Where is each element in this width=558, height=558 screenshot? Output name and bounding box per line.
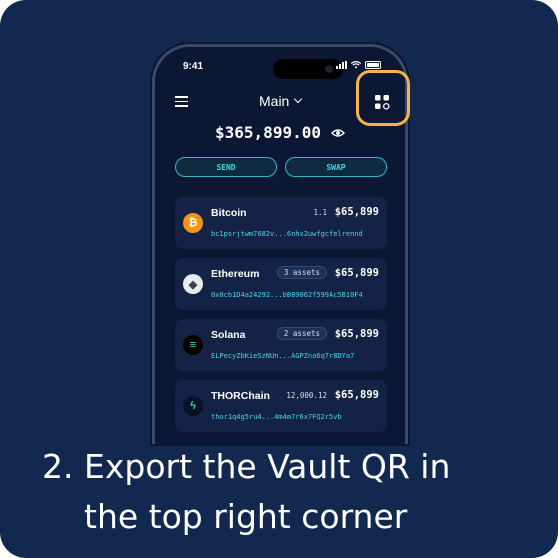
instruction-card: 9:41 Main $365,899.00 SEND SWAP ₿ Bitcoi… [0,0,558,558]
asset-row[interactable]: ≡ Solana 2 assets $65,899 ELPecyZbKieSzNUn..… [175,319,387,371]
vault-selector[interactable]: Main [259,93,303,109]
asset-row[interactable]: ◆ Ethereum 3 assets $65,899 0x0cb1D4a24292..… [175,258,387,310]
send-button[interactable]: SEND [175,157,277,177]
wifi-icon [351,61,361,69]
asset-badge: 2 assets [276,327,327,340]
asset-address: bc1psrjtwm7682v...6nhx2uwfgcfelrennd [211,230,363,238]
battery-icon [365,61,381,69]
asset-name: Bitcoin [211,207,247,219]
action-buttons: SEND SWAP [175,157,387,177]
eye-icon[interactable] [331,128,345,138]
hamburger-menu-icon[interactable] [175,96,188,107]
dynamic-island [273,59,343,79]
qr-highlight-box [356,70,410,126]
asset-value: $65,899 [334,206,379,218]
status-bar: 9:41 [181,59,381,79]
ethereum-icon: ◆ [183,274,203,294]
asset-badge: 1.1 [313,208,327,217]
vault-name: Main [259,93,290,109]
asset-address: 0x0cb1D4a24292...bB89062f599Ac5B10F4 [211,291,363,299]
thorchain-icon: ϟ [183,396,203,416]
step-number: 2. [42,447,74,486]
asset-row[interactable]: ₿ Bitcoin 1.1 $65,899 bc1psrjtwm7682v...6nhx… [175,197,387,249]
signal-icon [336,61,347,69]
swap-button[interactable]: SWAP [285,157,387,177]
balance-amount: $365,899.00 [215,123,321,142]
asset-address: thor1q4g5ru4...4m4m7r6x7FQ2r5vb [211,413,342,421]
status-time: 9:41 [183,61,204,72]
asset-badge: 12,000.12 [286,391,327,400]
asset-list: ₿ Bitcoin 1.1 $65,899 bc1psrjtwm7682v...6nhx… [175,197,387,441]
instruction-caption: 2. Export the Vault QR in the top right c… [42,442,522,542]
caption-line-2: the top right corner [84,497,408,536]
asset-address: ELPecyZbKieSzNUn...AGPZna6q7r8DYa7 [211,352,355,360]
asset-badge: 3 assets [276,266,327,279]
caption-line-1: Export the Vault QR in [84,447,451,486]
asset-value: $65,899 [334,389,379,401]
asset-name: Solana [211,329,246,341]
system-icons [336,61,381,69]
asset-value: $65,899 [334,328,379,340]
asset-value: $65,899 [334,267,379,279]
asset-name: Ethereum [211,268,260,280]
chevron-down-icon [294,94,303,104]
asset-row[interactable]: ϟ THORChain 12,000.12 $65,899 thor1q4g5ru4..… [175,380,387,432]
asset-name: THORChain [211,390,270,402]
solana-icon: ≡ [183,335,203,355]
bitcoin-icon: ₿ [183,213,203,233]
